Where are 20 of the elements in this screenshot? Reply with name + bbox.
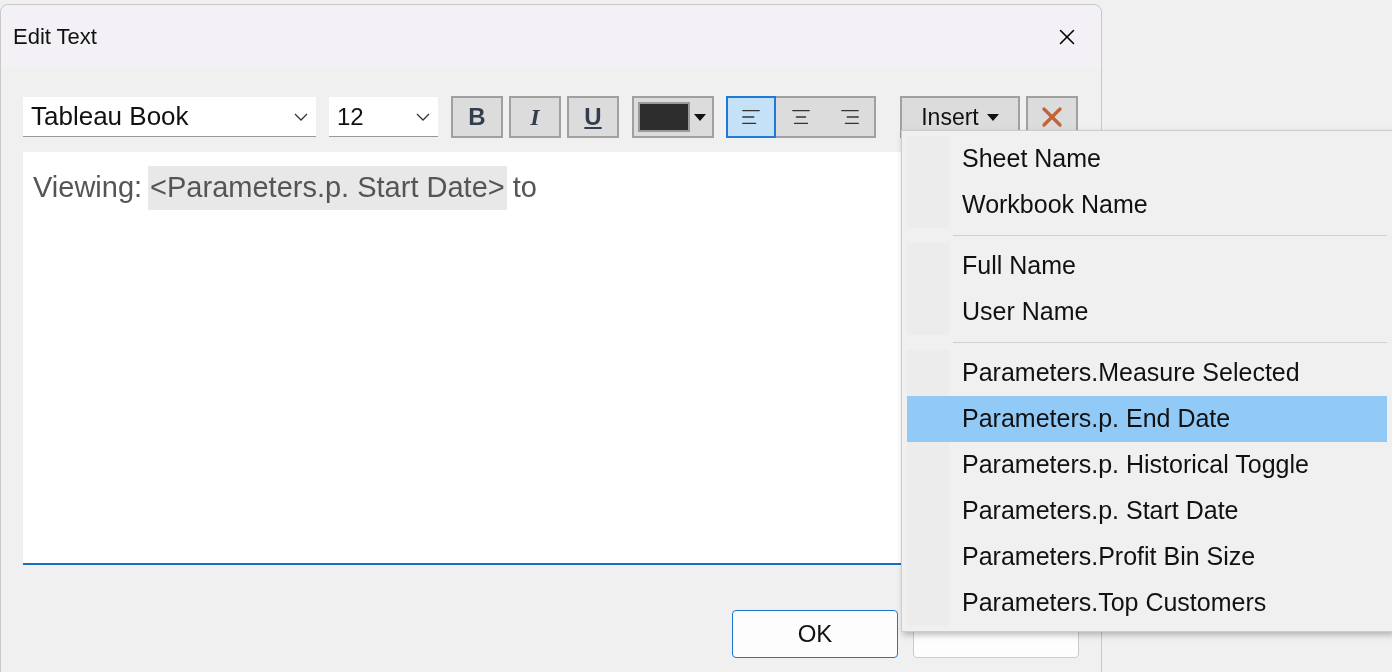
italic-button[interactable]: I bbox=[509, 96, 561, 138]
menu-item[interactable]: Parameters.p. End Date bbox=[907, 396, 1387, 442]
window-title: Edit Text bbox=[13, 23, 97, 51]
editor-text: to bbox=[512, 170, 537, 205]
align-button[interactable] bbox=[826, 96, 876, 138]
color-swatch bbox=[638, 102, 690, 132]
size-dropdown[interactable]: 12 bbox=[329, 97, 438, 137]
caret-icon bbox=[986, 113, 999, 121]
font-dropdown[interactable]: Tableau Book bbox=[23, 97, 316, 137]
underline-button[interactable]: U bbox=[567, 96, 619, 138]
color-picker-button[interactable] bbox=[632, 96, 714, 138]
field-token: <Parameters.p. Start Date> bbox=[148, 166, 507, 210]
ok-button[interactable]: OK bbox=[732, 610, 898, 658]
editor-text: Viewing: bbox=[33, 170, 143, 205]
caret-icon bbox=[694, 113, 706, 121]
chevron-down-icon bbox=[294, 112, 308, 121]
align-button[interactable] bbox=[776, 96, 826, 138]
bold-button[interactable]: B bbox=[451, 96, 503, 138]
chevron-down-icon bbox=[416, 112, 430, 121]
align-button[interactable] bbox=[726, 96, 776, 138]
